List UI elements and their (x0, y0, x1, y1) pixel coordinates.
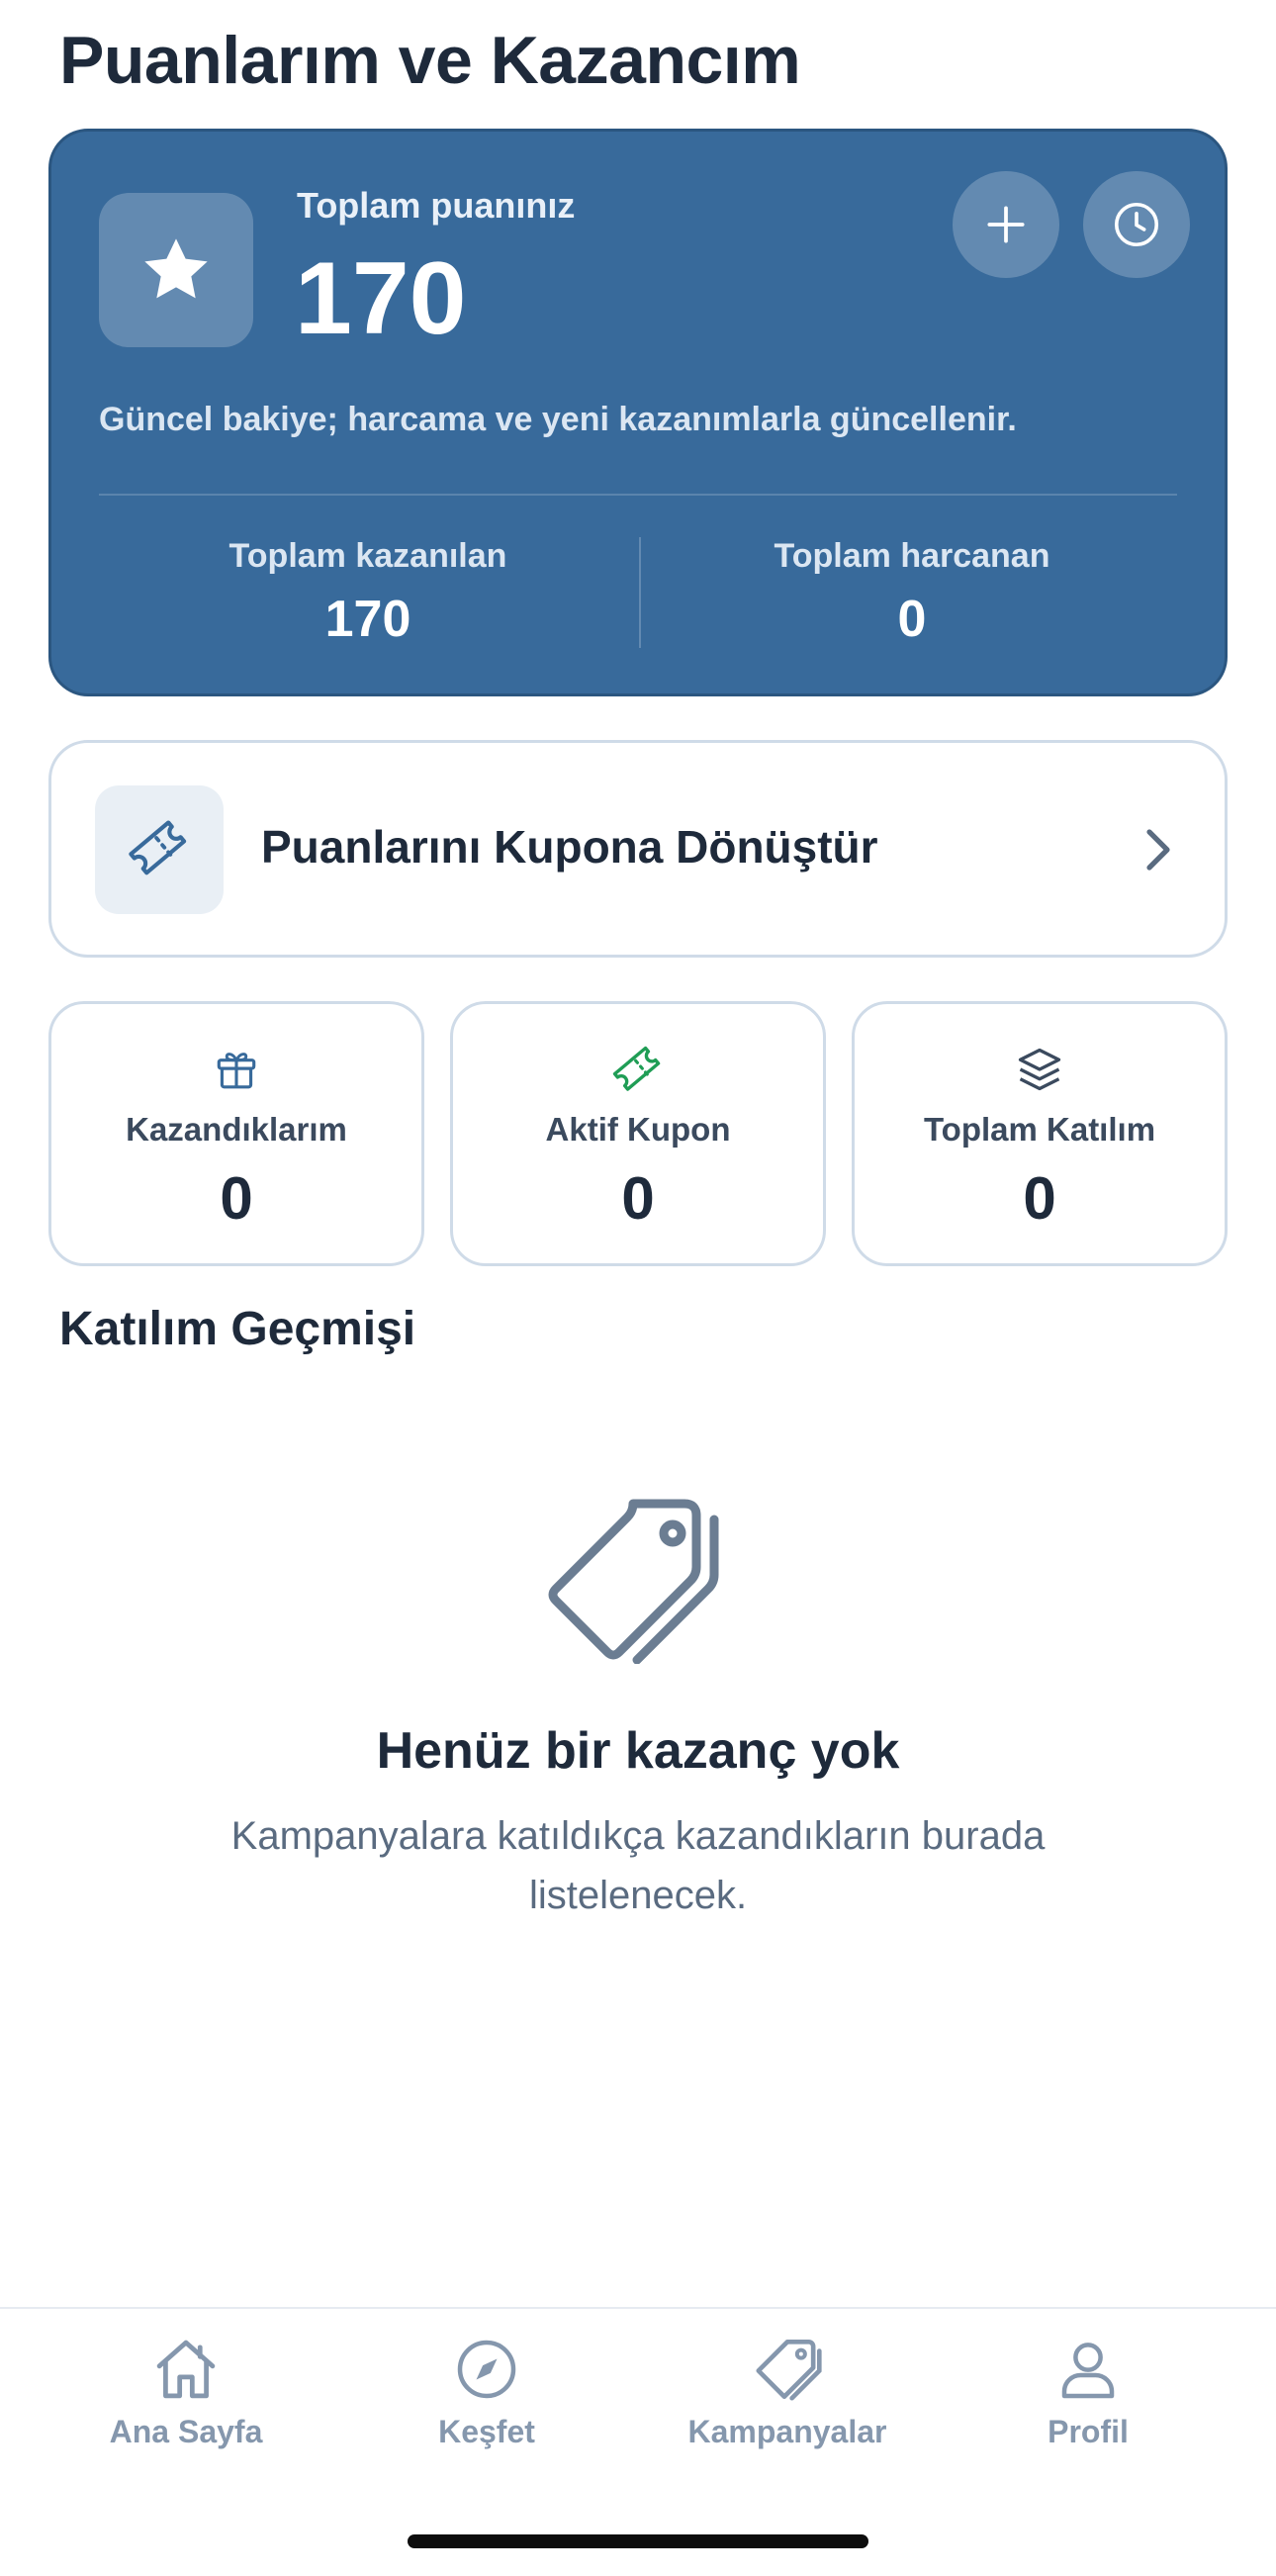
total-earned-label: Toplam kazanılan (228, 537, 507, 575)
tab-campaigns[interactable]: Kampanyalar (639, 2329, 936, 2450)
tab-label: Ana Sayfa (109, 2414, 263, 2449)
total-spent-value: 0 (897, 591, 927, 648)
stat-card-total-participation[interactable]: Toplam Katılım 0 (852, 1001, 1228, 1266)
tab-profile[interactable]: Profil (940, 2329, 1236, 2450)
compass-icon (457, 2340, 516, 2399)
tab-label: Profil (1048, 2414, 1129, 2449)
tab-label: Keşfet (438, 2414, 535, 2449)
stat-label: Kazandıklarım (126, 1111, 347, 1148)
convert-to-coupon-button[interactable]: Puanlarını Kupona Dönüştür (48, 740, 1228, 958)
person-icon (1061, 2343, 1115, 2399)
total-spent-label: Toplam harcanan (774, 537, 1050, 575)
convert-label: Puanlarını Kupona Dönüştür (261, 821, 878, 873)
stat-value: 0 (1023, 1165, 1056, 1232)
layers-icon (1018, 1048, 1061, 1091)
stat-card-active-coupon[interactable]: Aktif Kupon 0 (450, 1001, 826, 1266)
tag-icon (756, 2339, 822, 2401)
total-spent: Toplam harcanan 0 (641, 537, 1183, 649)
stat-card-winnings[interactable]: Kazandıklarım 0 (48, 1001, 424, 1266)
empty-state-description: Kampanyalara katıldıkça kazandıkların bu… (230, 1814, 1046, 1917)
balance-card: Toplam puanınız 170 Güncel bakiye; harca… (48, 129, 1228, 696)
home-icon (156, 2340, 216, 2399)
chevron-right-icon (1146, 829, 1170, 871)
divider (99, 494, 1177, 496)
add-points-button[interactable] (953, 171, 1059, 278)
tab-home[interactable]: Ana Sayfa (38, 2329, 334, 2450)
stat-value: 0 (621, 1165, 655, 1232)
total-earned-value: 170 (324, 591, 411, 648)
tags-icon (548, 1499, 719, 1664)
home-indicator[interactable] (408, 2534, 868, 2548)
ticket-icon (612, 1046, 661, 1091)
stat-label: Aktif Kupon (545, 1111, 731, 1148)
clock-icon (1114, 202, 1159, 247)
page-title: Puanlarım ve Kazancım (59, 23, 801, 98)
history-section-title: Katılım Geçmişi (59, 1303, 416, 1355)
points-badge (99, 193, 253, 347)
convert-icon-box (95, 785, 224, 914)
empty-state-title: Henüz bir kazanç yok (376, 1722, 900, 1780)
history-button[interactable] (1083, 171, 1190, 278)
plus-icon (987, 206, 1025, 243)
stat-value: 0 (220, 1165, 253, 1232)
gift-icon (217, 1053, 256, 1089)
ticket-icon (129, 820, 187, 875)
balance-description: Güncel bakiye; harcama ve yeni kazanımla… (99, 401, 1017, 438)
total-points-label: Toplam puanınız (297, 185, 576, 226)
stat-label: Toplam Katılım (923, 1111, 1156, 1148)
total-earned: Toplam kazanılan 170 (97, 537, 639, 649)
star-icon (144, 238, 208, 299)
tab-explore[interactable]: Keşfet (338, 2329, 635, 2450)
total-points-value: 170 (295, 241, 467, 356)
tab-label: Kampanyalar (687, 2414, 887, 2449)
